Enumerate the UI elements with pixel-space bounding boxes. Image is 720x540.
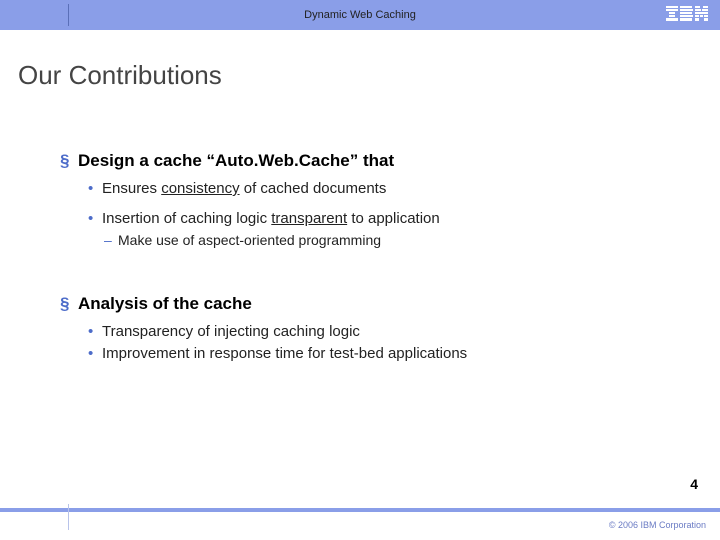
bullet-transparent: Insertion of caching logic transparent t… xyxy=(88,209,680,229)
bullet-aop: Make use of aspect-oriented programming xyxy=(104,232,680,248)
underline-consistency: consistency xyxy=(161,180,239,197)
copyright: © 2006 IBM Corporation xyxy=(609,520,706,530)
slide-title: Our Contributions xyxy=(18,60,720,91)
sub-bullets-2: Transparency of injecting caching logic … xyxy=(88,322,680,365)
text: Insertion of caching logic xyxy=(102,210,271,227)
bullet-consistency: Ensures consistency of cached documents xyxy=(88,179,680,199)
bullet-transparency-inject: Transparency of injecting caching logic xyxy=(88,322,680,342)
footer-divider xyxy=(68,504,69,530)
sub-bullets-1: Ensures consistency of cached documents … xyxy=(88,179,680,248)
slide-content: Design a cache “Auto.Web.Cache” that Ens… xyxy=(60,151,680,364)
text: of cached documents xyxy=(240,180,387,197)
bullet-analysis: Analysis of the cache xyxy=(60,294,680,314)
header-title: Dynamic Web Caching xyxy=(0,9,720,21)
text: Ensures xyxy=(102,180,161,197)
text: to application xyxy=(347,210,440,227)
underline-transparent: transparent xyxy=(271,210,347,227)
footer-bar xyxy=(0,508,720,512)
header-bar: Dynamic Web Caching xyxy=(0,0,720,30)
ibm-logo xyxy=(666,6,708,22)
bullet-design-cache: Design a cache “Auto.Web.Cache” that xyxy=(60,151,680,171)
bullet-response-time: Improvement in response time for test-be… xyxy=(88,344,680,364)
page-number: 4 xyxy=(690,476,698,492)
